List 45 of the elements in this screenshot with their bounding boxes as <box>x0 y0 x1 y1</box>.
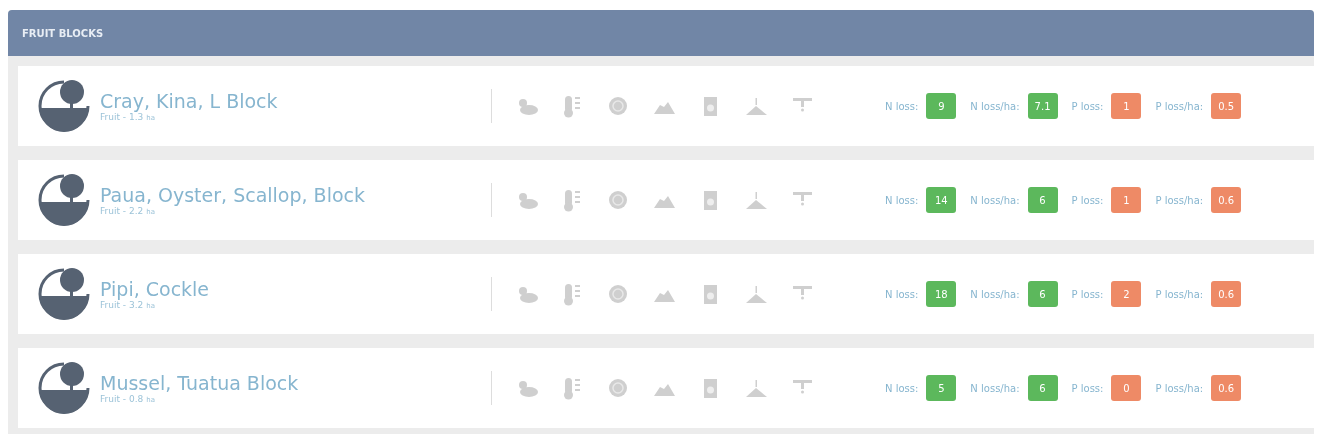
metric-value: 5 <box>926 375 957 401</box>
metric-value: 9 <box>926 93 957 119</box>
metric-value: 0.6 <box>1211 281 1242 307</box>
soil-icon <box>606 376 630 400</box>
tree-icon <box>36 360 92 416</box>
tree-icon <box>36 266 92 322</box>
metric-label: N loss: <box>885 194 919 206</box>
metric-value: 1 <box>1111 93 1142 119</box>
metric-value: 2 <box>1111 281 1142 307</box>
block-name: Cray, Kina, L Block <box>100 90 278 112</box>
metric-value: 0 <box>1111 375 1142 401</box>
metric-label: P loss: <box>1071 382 1104 394</box>
metric-label: N loss/ha: <box>970 288 1020 300</box>
panel-title: FRUIT BLOCKS <box>22 27 104 39</box>
metric-label: N loss: <box>885 288 919 300</box>
metric-value: 1 <box>1111 187 1142 213</box>
metric-value: 6 <box>1027 375 1058 401</box>
soil-icon <box>606 282 630 306</box>
tree-icon <box>36 78 92 134</box>
metric-value: 7.1 <box>1027 93 1058 119</box>
metric-value: 0.6 <box>1211 187 1242 213</box>
metric-label: P loss: <box>1071 100 1104 112</box>
metric-label: P loss/ha: <box>1155 194 1204 206</box>
block-name: Mussel, Tuatua Block <box>100 372 299 394</box>
metric-value: 18 <box>926 281 957 307</box>
metric-label: N loss/ha: <box>970 100 1020 112</box>
metric-label: N loss/ha: <box>970 382 1020 394</box>
block-name: Paua, Oyster, Scallop, Block <box>100 184 365 206</box>
metric-label: P loss/ha: <box>1155 382 1204 394</box>
metric-label: P loss/ha: <box>1155 100 1204 112</box>
soil-icon <box>606 94 630 118</box>
metric-value: 6 <box>1027 187 1058 213</box>
tree-icon <box>36 172 92 228</box>
metric-label: P loss: <box>1071 288 1104 300</box>
metric-label: P loss: <box>1071 194 1104 206</box>
metric-label: P loss/ha: <box>1155 288 1204 300</box>
metric-value: 0.6 <box>1211 375 1242 401</box>
metric-label: N loss/ha: <box>970 194 1020 206</box>
metric-label: N loss: <box>885 382 919 394</box>
block-name: Pipi, Cockle <box>100 278 210 300</box>
metric-label: N loss: <box>885 100 919 112</box>
metric-value: 14 <box>926 187 957 213</box>
metric-value: 0.5 <box>1211 93 1242 119</box>
soil-icon <box>606 188 630 212</box>
metric-value: 6 <box>1027 281 1058 307</box>
